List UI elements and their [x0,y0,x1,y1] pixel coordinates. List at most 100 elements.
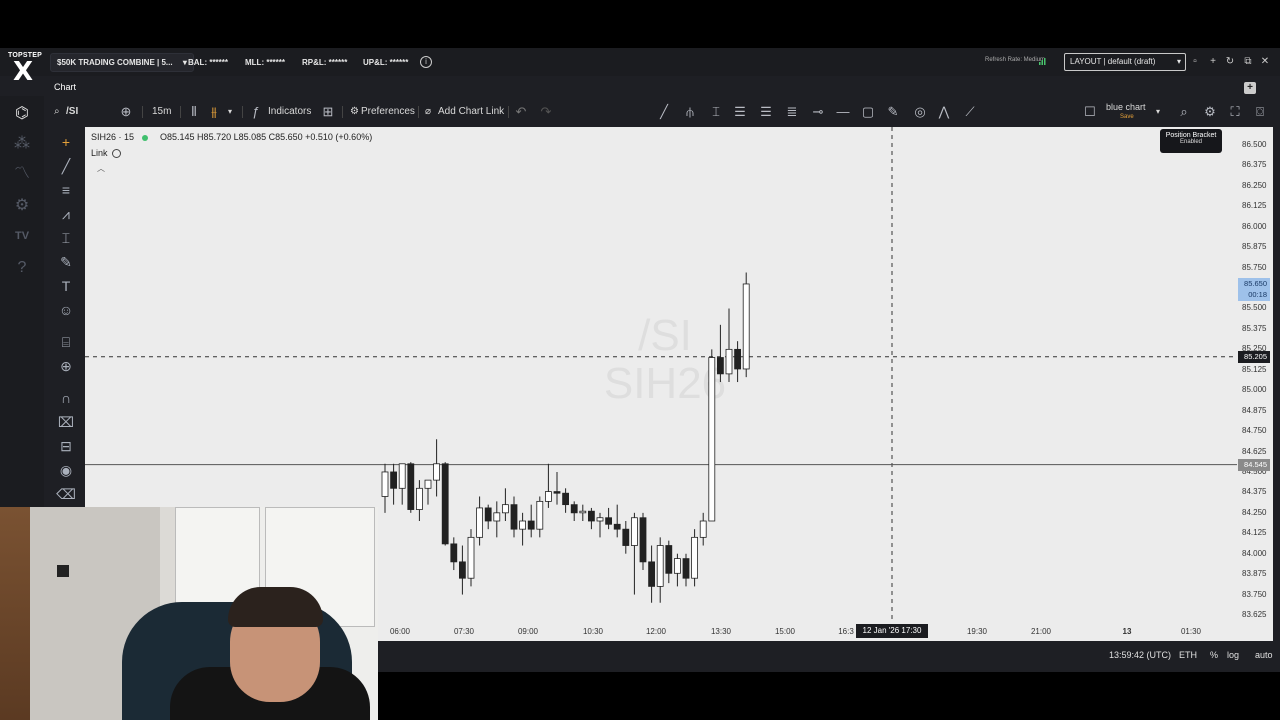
time-tick-label: 15:00 [774,627,796,636]
price-tick-label: 85.125 [1242,364,1267,374]
log-toggle[interactable]: log [1227,650,1239,660]
help-nav-icon[interactable]: ? [12,258,32,278]
template-save-link[interactable]: Save [1120,110,1134,124]
measure-tool-icon[interactable]: ⟋ [962,104,978,120]
chevron-down-icon: ▾ [182,58,187,67]
trash-icon[interactable]: ⌫ [56,484,76,504]
brush-icon[interactable]: ✎ [56,252,76,272]
text-tool-icon[interactable]: T [56,276,76,296]
fullscreen-icon[interactable]: ⛶ [1227,104,1243,120]
candle-body [441,463,449,545]
settings-nav-icon[interactable]: ⚙ [12,196,32,216]
fib-retracement-icon[interactable]: ≡ [56,180,76,200]
candle-body [424,479,432,489]
price-tick-label: 85.500 [1242,303,1267,313]
channel-tool-icon[interactable]: ☰ [758,104,774,120]
horizontal-line-icon[interactable]: — [835,104,851,120]
lines-tool-icon[interactable]: ≣ [784,104,800,120]
crosshair-tool-icon[interactable]: + [56,132,76,152]
popout-icon[interactable]: ⧉ [1242,56,1254,68]
projection-tool-icon[interactable]: ⌶ [56,228,76,248]
price-tick-label: 86.250 [1242,180,1267,190]
toolbar-divider [242,106,243,118]
search-icon[interactable]: ⌕ [54,105,60,119]
indicators-button[interactable]: Indicators [268,105,311,119]
refresh-icon[interactable]: ↻ [1224,56,1236,68]
candle-body [510,504,518,530]
link-icon[interactable]: ⌀ [425,105,431,119]
candle-body [433,463,441,481]
eye-icon[interactable]: ◉ [56,460,76,480]
timeframe-button[interactable]: 15m [152,105,171,119]
compare-add-icon[interactable]: ⊕ [118,104,134,120]
line-tool-icon[interactable]: ╱ [56,156,76,176]
add-panel-icon[interactable]: + [1244,82,1256,94]
group-nav-icon[interactable]: ⁂ [12,134,32,154]
candles-icon[interactable]: ⫵ [206,104,222,120]
account-selector[interactable]: $50K TRADING COMBINE | 5... ▾ [50,53,194,72]
settings-icon[interactable]: ⚙ [1202,104,1218,120]
chevron-down-icon[interactable]: ▾ [228,105,232,119]
add-icon[interactable]: + [1207,56,1219,68]
price-axis[interactable]: 86.500 86.375 86.250 86.125 86.000 85.875 85.7… [1237,127,1273,623]
redo-icon[interactable]: ↷ [538,104,554,120]
rectangle-tool-icon[interactable]: ▢ [860,104,876,120]
function-icon: ƒ [252,104,260,119]
time-tick-label: 06:00 [389,627,411,636]
price-tick-label: 86.375 [1242,160,1267,170]
chart-tab[interactable]: Chart [54,82,76,92]
layout-select[interactable]: LAYOUT | default (draft) ▾ [1064,53,1186,71]
gear-icon[interactable]: ⚙ [350,105,359,119]
save-layout-icon[interactable]: ▫ [1189,56,1201,68]
topstep-logo: TOPSTEP X [8,52,42,92]
bar-type-icon[interactable]: ⫴ [186,104,202,120]
chevron-down-icon[interactable]: ▾ [1156,105,1160,119]
tradingview-nav-icon[interactable]: TV [12,226,32,246]
horizontal-ray-icon[interactable]: ⊸ [810,104,826,120]
percent-toggle[interactable]: % [1210,650,1218,660]
pattern-tool-icon[interactable]: ⩘ [56,204,76,224]
zoom-icon[interactable]: ⌕ [1176,104,1192,120]
candle-body [717,357,724,375]
zoom-in-icon[interactable]: ⊕ [56,356,76,376]
time-tick-label: 10:30 [582,627,604,636]
auto-toggle[interactable]: auto [1255,650,1273,660]
lock-drawing-icon[interactable]: ⌧ [56,412,76,432]
fib-tool-icon[interactable]: ☰ [732,104,748,120]
layouts-icon[interactable]: ⊞ [320,104,336,120]
position-bracket-badge[interactable]: Position Bracket Enabled [1160,129,1222,153]
preferences-button[interactable]: Preferences [361,105,415,119]
webcam-overlay [0,507,378,720]
camera-icon[interactable]: ⌼ [1252,104,1268,120]
utc-clock[interactable]: 13:59:42 (UTC) [1109,650,1171,660]
close-icon[interactable]: ✕ [1259,56,1271,68]
link-toggle-icon[interactable] [111,149,121,159]
emoji-tool-icon[interactable]: ☺ [56,300,76,320]
pitchfork-tool-icon[interactable]: ⫛ [682,104,698,120]
brush-tool-icon[interactable]: ✎ [885,104,901,120]
text-cursor-tool-icon[interactable]: ⌶ [708,104,724,120]
price-tick-label: 84.750 [1242,426,1267,436]
chart-nav-icon[interactable]: ⌬ [12,104,32,124]
lock-icon[interactable]: ⊟ [56,436,76,456]
market-status-dot [142,134,149,141]
candle-body [536,500,544,530]
legend-link[interactable]: Link [91,148,121,159]
undo-icon[interactable]: ↶ [513,104,529,120]
price-tick-label: 83.750 [1242,589,1267,599]
path-tool-icon[interactable]: ⋀ [936,104,952,120]
analytics-nav-icon[interactable]: 〽 [12,164,32,184]
info-icon[interactable]: i [420,56,432,68]
session-toggle[interactable]: ETH [1179,650,1197,660]
crosshair-time-label: 12 Jan '26 17:30 [856,624,928,638]
circle-tool-icon[interactable]: ◎ [912,104,928,120]
collapse-legend-icon[interactable]: ︿ [97,163,105,174]
checkbox-icon[interactable]: ☐ [1082,104,1098,120]
time-tick-label: 13 [1122,627,1132,636]
magnet-icon[interactable]: ∩ [56,388,76,408]
add-chart-link-button[interactable]: Add Chart Link [438,105,504,119]
time-axis[interactable]: 06:00 07:30 09:00 10:30 12:00 13:30 15:00 16:3 1… [378,623,1273,641]
ruler-icon[interactable]: ⌸ [56,332,76,352]
symbol-search-input[interactable]: /SI [66,105,78,119]
trendline-tool-icon[interactable]: ╱ [656,104,672,120]
